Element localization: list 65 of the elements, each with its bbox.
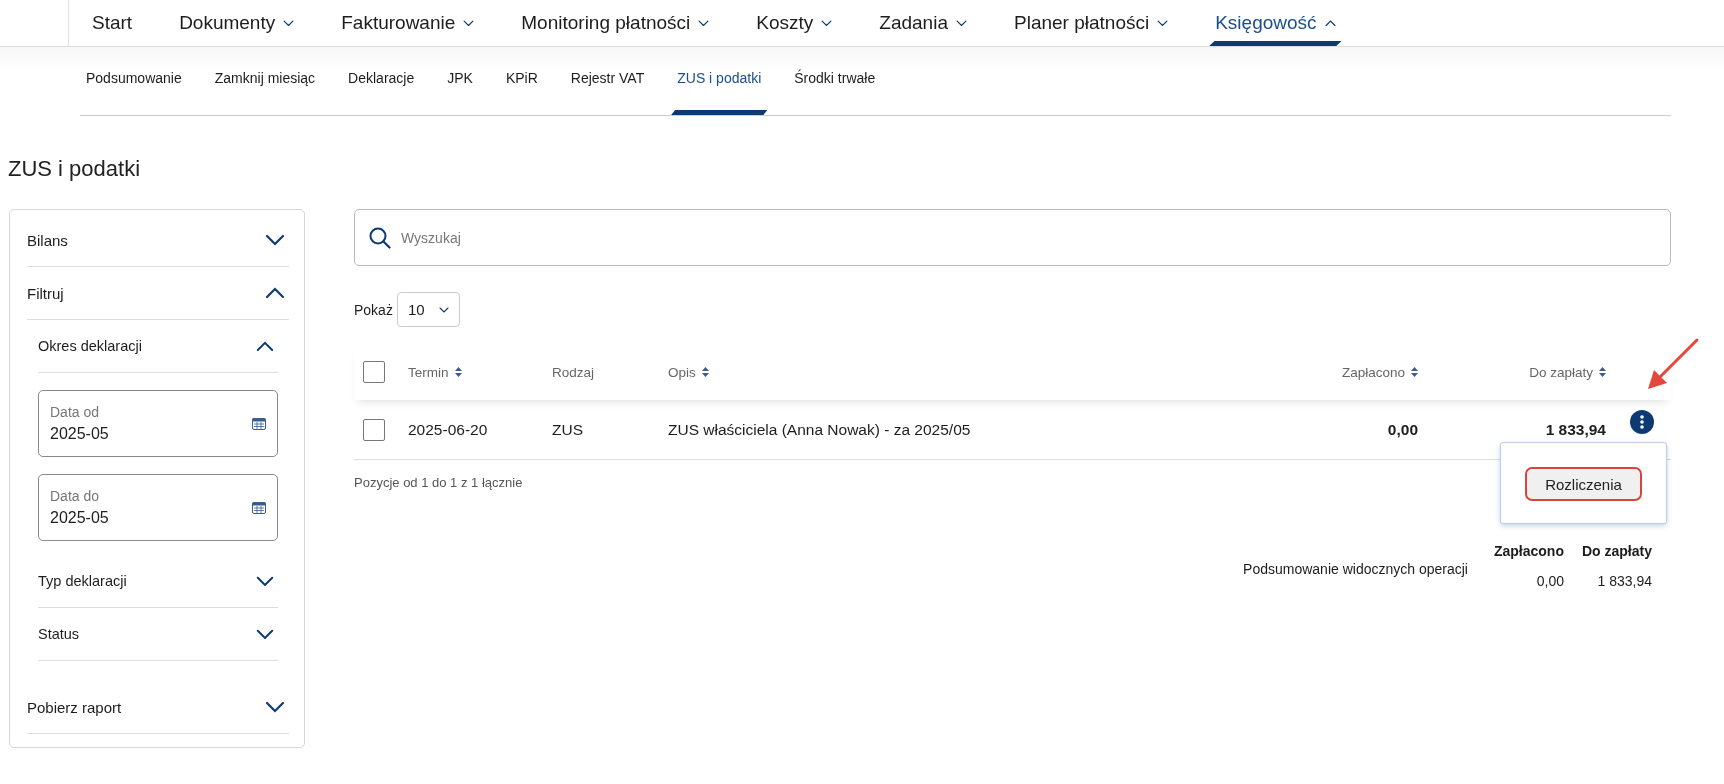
sub-nav-tab[interactable]: KPiR bbox=[499, 47, 544, 115]
table-cell: ZUS właściciela (Anna Nowak) - za 2025/05 bbox=[668, 420, 971, 439]
more-options-button[interactable] bbox=[1630, 409, 1654, 434]
sort-icon[interactable] bbox=[1599, 367, 1606, 377]
nav-tab[interactable]: Dokumenty bbox=[173, 0, 301, 46]
section-label: Pobierz raport bbox=[27, 698, 122, 716]
table-cell: ZUS bbox=[552, 420, 583, 439]
section-label: Bilans bbox=[27, 231, 68, 249]
sub-nav-tab[interactable]: Rejestr VAT bbox=[564, 47, 651, 115]
page-size-label: Pokaż bbox=[354, 301, 393, 318]
chevron-up-icon[interactable] bbox=[265, 287, 285, 299]
nav-tab[interactable]: Księgowość bbox=[1209, 0, 1342, 46]
table-cell: 1 833,94 bbox=[1545, 420, 1606, 439]
nav-tab[interactable]: Start bbox=[86, 0, 139, 46]
chevron-down-icon[interactable] bbox=[265, 701, 285, 713]
column-header[interactable]: Do zapłaty bbox=[1529, 364, 1593, 380]
nav-tab[interactable]: Koszty bbox=[750, 0, 839, 46]
column-header[interactable]: Termin bbox=[408, 364, 449, 380]
table-cell: 0,00 bbox=[1387, 420, 1418, 439]
summary-value: 1 833,94 bbox=[1596, 573, 1652, 589]
column-header[interactable]: Opis bbox=[668, 364, 696, 380]
checkbox[interactable] bbox=[363, 361, 385, 383]
section-label: Okres deklaracji bbox=[38, 338, 142, 354]
section-label: Typ deklaracji bbox=[38, 573, 127, 589]
checkbox[interactable] bbox=[363, 418, 385, 441]
annotation-arrow bbox=[1648, 338, 1699, 389]
chevron-down-icon[interactable] bbox=[256, 575, 274, 587]
date-field[interactable]: Data do 2025-05 bbox=[38, 474, 278, 541]
sort-icon[interactable] bbox=[701, 367, 709, 377]
nav-tab[interactable]: Fakturowanie bbox=[335, 0, 481, 46]
chevron-down-icon[interactable] bbox=[265, 234, 285, 246]
nav-tab[interactable]: Zadania bbox=[873, 0, 973, 46]
chevron-down-icon[interactable] bbox=[256, 628, 274, 640]
column-header[interactable]: Zapłacono bbox=[1341, 364, 1405, 380]
summary-label: Podsumowanie widocznych operacji bbox=[1243, 560, 1468, 577]
chevron-up-icon[interactable] bbox=[256, 340, 274, 352]
sub-nav-tab[interactable]: Środki trwałe bbox=[788, 47, 882, 115]
table-cell: 2025-06-20 bbox=[408, 420, 488, 439]
sort-icon[interactable] bbox=[1411, 367, 1418, 377]
summary-header: Zapłacono bbox=[1493, 543, 1564, 559]
sub-nav-tab[interactable]: ZUS i podatki bbox=[671, 47, 768, 115]
pagination-info: Pozycje od 1 do 1 z 1 łącznie bbox=[354, 475, 523, 490]
vertical-dots-icon bbox=[1640, 414, 1644, 429]
search-bar[interactable]: Wyszukaj bbox=[354, 209, 1671, 266]
sort-icon[interactable] bbox=[454, 367, 462, 377]
search-icon[interactable] bbox=[369, 226, 391, 249]
sub-nav-tab[interactable]: Deklaracje bbox=[342, 47, 421, 115]
sub-nav-tab[interactable]: Zamknij miesiąc bbox=[208, 47, 322, 115]
summary-value: 0,00 bbox=[1535, 573, 1564, 589]
calendar-icon[interactable] bbox=[252, 501, 266, 514]
page-size-select[interactable]: 10 bbox=[396, 292, 460, 327]
column-header: Rodzaj bbox=[552, 364, 595, 380]
search-input[interactable]: Wyszukaj bbox=[399, 228, 1656, 247]
nav-tab[interactable]: Monitoring płatności bbox=[515, 0, 716, 46]
sub-nav-tab[interactable]: JPK bbox=[441, 47, 479, 115]
menu-item[interactable]: Rozliczenia bbox=[1525, 467, 1642, 501]
sub-nav-tab[interactable]: Podsumowanie bbox=[80, 47, 188, 115]
nav-tab[interactable]: Planer płatności bbox=[1008, 0, 1175, 46]
section-label: Status bbox=[38, 626, 80, 642]
section-label: Filtruj bbox=[27, 284, 64, 302]
date-field[interactable]: Data od 2025-05 bbox=[38, 390, 278, 457]
caret-down-icon bbox=[438, 306, 449, 313]
summary-header: Do zapłaty bbox=[1582, 543, 1652, 559]
page-title: ZUS i podatki bbox=[8, 156, 141, 182]
calendar-icon[interactable] bbox=[252, 417, 266, 430]
